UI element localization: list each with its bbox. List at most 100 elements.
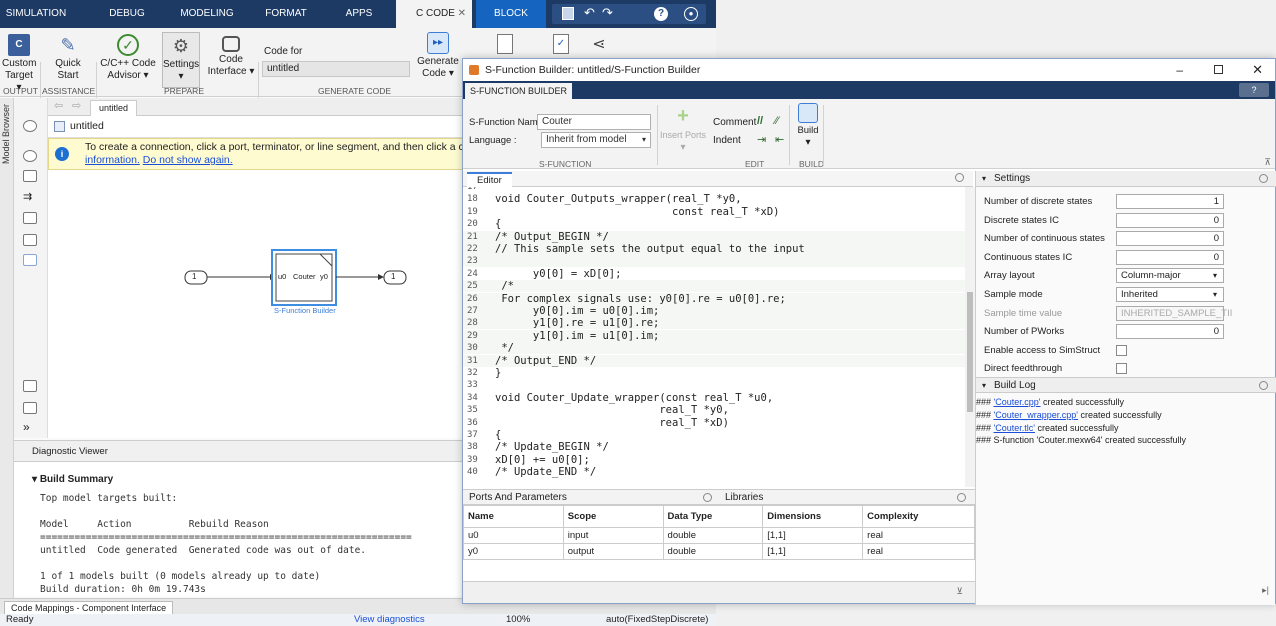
custom-target-button[interactable]: C Custom Target ▾ (2, 34, 36, 94)
code-line[interactable]: 34 void Couter_Update_wrapper(const real_… (463, 392, 965, 404)
table-row[interactable]: u0 input double [1,1] real (463, 527, 975, 544)
fit-to-view-icon[interactable] (23, 170, 37, 182)
code-line[interactable]: 18 void Couter_Outputs_wrapper(real_T *y0… (463, 193, 965, 205)
breadcrumb-tab[interactable]: untitled (90, 100, 138, 116)
screenshot-icon[interactable] (23, 380, 37, 392)
setting-input[interactable]: 0 (1116, 249, 1224, 265)
arrow-icon[interactable]: ⇉ (23, 192, 37, 204)
code-mappings-tab[interactable]: Code Mappings - Component Interface (4, 601, 174, 614)
tab-libraries[interactable]: Libraries (725, 490, 763, 505)
setting-select[interactable]: Column-major ▾ (1116, 268, 1224, 284)
solver-label[interactable]: auto(FixedStepDiscrete) (606, 614, 708, 626)
code-line[interactable]: 27 y0[0].im = u0[0].im; (463, 305, 965, 317)
explorer-bar-icon[interactable] (23, 402, 37, 414)
settings-button[interactable]: ⚙ Settings ▾ (162, 32, 200, 88)
sfunction-name-input[interactable]: Couter (537, 114, 651, 130)
insert-ports-button[interactable]: + Insert Ports ▾ (659, 105, 707, 154)
redo-icon[interactable]: ↷ (602, 5, 613, 21)
code-line[interactable]: 25 /* (463, 280, 965, 293)
settings-header[interactable]: ▾ Settings (976, 171, 1276, 187)
window-titlebar[interactable]: S-Function Builder: untitled/S-Function … (463, 59, 1275, 81)
code-line[interactable]: 22 // This sample sets the output equal t… (463, 243, 965, 255)
column-header[interactable]: Complexity (862, 505, 975, 528)
log-file-link[interactable]: 'Couter.tlc' (994, 423, 1035, 433)
table-cell[interactable]: double (662, 543, 764, 560)
code-line[interactable]: 33 (463, 379, 965, 391)
code-line[interactable]: 30 */ (463, 342, 965, 355)
table-row[interactable]: y0 output double [1,1] real (463, 543, 975, 560)
code-advisor-button[interactable]: ✓ C/C++ Code Advisor ▾ (100, 34, 156, 82)
help-icon[interactable]: ? (654, 7, 668, 21)
code-line[interactable]: 20 { (463, 218, 965, 230)
collapse-icon[interactable]: ● (684, 7, 698, 21)
settings-options-icon[interactable] (1259, 174, 1268, 183)
share-button[interactable]: ⋖ (584, 34, 614, 58)
tab-format[interactable]: FORMAT (252, 0, 320, 28)
tab-sfunction-builder[interactable]: S-FUNCTION BUILDER (465, 83, 573, 99)
table-cell[interactable]: real (862, 543, 975, 560)
tab-apps[interactable]: APPS (330, 0, 388, 28)
code-line[interactable]: 38 /* Update_BEGIN */ (463, 441, 965, 453)
setting-input[interactable]: 0 (1116, 324, 1224, 340)
tab-block[interactable]: BLOCK (476, 0, 546, 28)
generate-code-button[interactable]: ▸▸ Generate Code ▾ (416, 32, 460, 80)
maximize-icon[interactable] (1214, 65, 1223, 74)
tab-simulation[interactable]: SIMULATION (0, 0, 72, 28)
uncomment-icon[interactable]: ⁄⁄ (775, 115, 779, 127)
table-cell[interactable]: output (562, 543, 664, 560)
tab-c-code[interactable]: C CODE ✕ (396, 0, 472, 28)
column-header[interactable]: Scope (562, 505, 664, 528)
table-cell[interactable]: real (862, 527, 975, 544)
code-line[interactable]: 36 real_T *xD) (463, 417, 965, 429)
log-file-link[interactable]: 'Couter_wrapper.cpp' (994, 410, 1079, 420)
tab-modeling[interactable]: MODELING (170, 0, 244, 28)
area-icon[interactable] (23, 254, 37, 266)
code-line[interactable]: 39 xD[0] += u0[0]; (463, 454, 965, 466)
indent-icon[interactable]: ⇥ (757, 133, 766, 146)
setting-input[interactable]: 0 (1116, 212, 1224, 228)
code-line[interactable]: 32} (463, 367, 965, 379)
column-header[interactable]: Data Type (662, 505, 764, 528)
indent-label[interactable]: Indent (713, 135, 741, 146)
code-line[interactable]: 17 (463, 187, 965, 193)
setting-input[interactable]: 0 (1116, 231, 1224, 247)
table-cell[interactable]: input (562, 527, 664, 544)
table-cell[interactable]: u0 (463, 527, 564, 544)
image-icon[interactable] (23, 234, 37, 246)
model-browser-strip[interactable]: Model Browser (0, 98, 14, 598)
expand-icon[interactable]: » (23, 421, 37, 434)
code-editor[interactable]: 17 18 void Couter_Outputs_wrapper(real_T *… (463, 187, 965, 487)
scroll-thumb[interactable] (967, 292, 973, 412)
log-file-link[interactable]: 'Couter.cpp' (994, 397, 1041, 407)
libraries-options-icon[interactable] (957, 493, 966, 502)
tab-editor[interactable]: Editor (467, 172, 512, 187)
table-cell[interactable]: [1,1] (762, 543, 864, 560)
code-line[interactable]: 24 y0[0] = xD[0]; (463, 268, 965, 280)
ports-options-icon[interactable] (703, 493, 712, 502)
table-cell[interactable]: y0 (463, 543, 564, 560)
code-for-field[interactable]: untitled (262, 61, 410, 77)
back-icon[interactable]: ⇦ (54, 99, 63, 112)
setting-select[interactable]: Inherited ▾ (1116, 287, 1224, 302)
setting-checkbox[interactable] (1116, 363, 1127, 375)
build-summary-title[interactable]: ▾ Build Summary (32, 474, 113, 485)
minimize-icon[interactable]: – (1176, 59, 1183, 81)
build-button[interactable]: Build ▾ (793, 103, 823, 149)
scroll-end-icon[interactable]: ▸| (1262, 585, 1269, 596)
code-interface-button[interactable]: Code Interface ▾ (206, 34, 256, 78)
build-log-options-icon[interactable] (1259, 381, 1268, 390)
save-icon[interactable] (562, 7, 574, 20)
build-log-header[interactable]: ▾ Build Log (976, 377, 1276, 393)
code-line[interactable]: 21 /* Output_BEGIN */ (463, 230, 965, 243)
zoom-icon[interactable] (23, 150, 37, 162)
table-cell[interactable]: [1,1] (762, 527, 864, 544)
collapse-ribbon-icon[interactable]: ⊼ (1264, 157, 1271, 168)
tab-debug[interactable]: DEBUG (92, 0, 162, 28)
comment-icon[interactable]: // (757, 115, 763, 127)
code-line[interactable]: 31 /* Output_END */ (463, 354, 965, 367)
outdent-icon[interactable]: ⇤ (775, 133, 784, 146)
verify-button[interactable]: ✓ (546, 34, 576, 56)
undo-icon[interactable]: ↶ (584, 5, 595, 21)
comment-label[interactable]: Comment (713, 117, 756, 128)
annotation-icon[interactable] (23, 212, 37, 224)
